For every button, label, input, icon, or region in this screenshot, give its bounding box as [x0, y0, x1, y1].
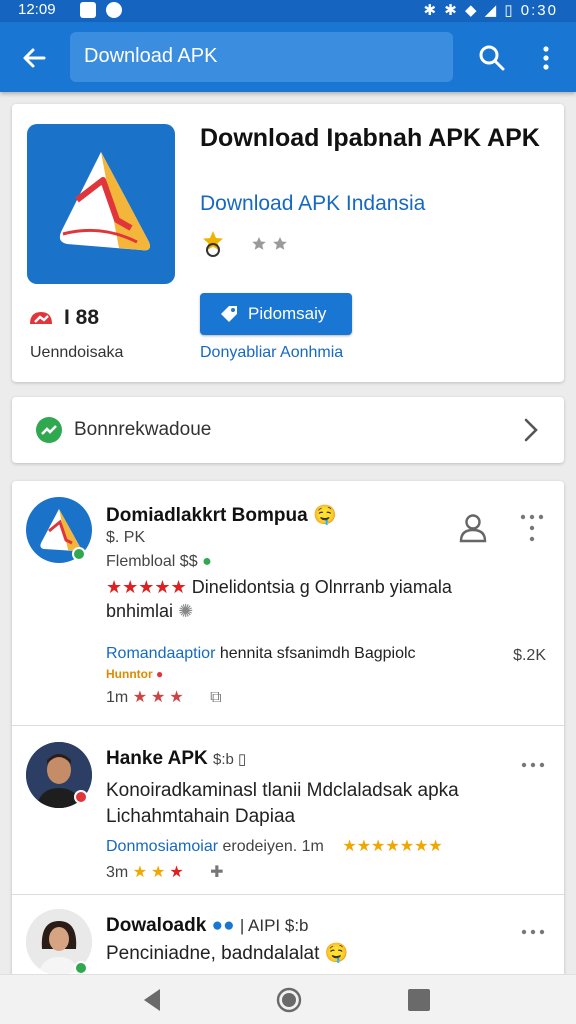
- review-body-line-1: Penciniadne, badndalalat 🤤: [106, 941, 348, 965]
- system-nav-bar: [0, 974, 576, 1024]
- review-meta: Flembloal $$ ●: [106, 553, 212, 571]
- dot-icon: ●: [156, 667, 164, 681]
- highlight-label: Hunntor ●: [106, 667, 163, 681]
- app-bar: Download APK: [0, 22, 576, 92]
- review-stars: ★★★★★: [106, 577, 187, 597]
- review-text: Penciniadne, badndalalat: [106, 943, 320, 964]
- review-time: 3m: [106, 864, 129, 881]
- editor-badge-icon: [30, 312, 52, 324]
- review-text: bnhimlai: [106, 601, 174, 621]
- emoji: 🤤: [324, 943, 349, 964]
- chevron-right-icon: [524, 418, 538, 442]
- tag-icon: [221, 306, 237, 322]
- review-author-name: Dowaloadk: [106, 915, 207, 936]
- notification-icon: [80, 2, 96, 18]
- review-footer: 1m ★★★ ⧉: [106, 687, 222, 707]
- emoji: 🤤: [312, 505, 337, 526]
- arrow-chart-icon: [41, 425, 57, 435]
- review-meta-text: erodeiyen. 1m: [218, 838, 324, 855]
- similar-apps-row[interactable]: Bonnrekwadoue: [12, 397, 564, 463]
- highlight-text: Hunntor: [106, 667, 153, 681]
- nav-home-icon[interactable]: [276, 987, 302, 1013]
- search-input[interactable]: Download APK: [70, 32, 453, 82]
- review-author: Dowaloadk ●● | AIPI $:b: [106, 915, 309, 937]
- app-title: Download Ipabnah APK APK: [200, 124, 540, 152]
- review-meta-text: Flembloal $$: [106, 553, 198, 570]
- review-author-name: Hanke APK: [106, 748, 208, 769]
- app-notification-icon: [106, 2, 122, 18]
- nav-recents-icon[interactable]: [408, 989, 430, 1011]
- review-author: Hanke APK $:b ▯: [106, 748, 246, 770]
- review-author: Domiadlakkrt Bompua 🤤: [106, 503, 337, 527]
- share-icon[interactable]: ⧉: [210, 689, 221, 706]
- install-button[interactable]: Pidomsaiy: [200, 293, 352, 335]
- review-text: Lichahmtahain Dapiaa: [106, 806, 296, 827]
- review-text: Konoiradkaminasl tlanii Mdclaladsak apka: [106, 780, 459, 801]
- more-options-icon[interactable]: [520, 760, 546, 770]
- review-body-line-1: ★★★★★ Dinelidontsia g Olnrranb yiamala: [106, 577, 452, 598]
- star-rating-icon: [203, 231, 287, 257]
- review-small-stars: ★★★: [132, 864, 188, 881]
- review-body-line-2: bnhimlai ✺: [106, 601, 193, 622]
- review-price: $.2K: [513, 647, 546, 664]
- review-author-name: Domiadlakkrt Bompua: [106, 505, 308, 526]
- gear-icon: ✺: [178, 601, 194, 621]
- more-options-icon[interactable]: [518, 513, 546, 543]
- back-arrow-icon[interactable]: [18, 42, 50, 74]
- reply-link[interactable]: Romandaaptior: [106, 645, 215, 662]
- status-indicators: ✱ ✱ ◆ ◢ ▯ 0:30: [423, 2, 558, 19]
- review-footer: 3m ★★★ ✚: [106, 862, 224, 882]
- more-options-icon[interactable]: [520, 927, 546, 937]
- review-item: Hanke APK $:b ▯ Konoiradkaminasl tlanii …: [12, 726, 564, 894]
- review-item: Dowaloadk ●● | AIPI $:b Penciniadne, bad…: [12, 895, 564, 981]
- similar-apps-icon: [36, 417, 62, 443]
- verified-badge-icon: ●●: [211, 915, 235, 936]
- reply-text: hennita sfsanimdh Bagpiolc: [215, 645, 416, 662]
- status-time: 12:09: [18, 1, 56, 18]
- rating-number: I 88: [64, 306, 100, 329]
- rating-stars: [200, 228, 300, 258]
- review-author-suffix: $:b ▯: [213, 751, 247, 768]
- review-text: Dinelidontsia g Olnrranb yiamala: [191, 577, 452, 597]
- install-button-label: Pidomsaiy: [248, 304, 327, 323]
- app-icon[interactable]: [27, 124, 175, 284]
- add-reaction-icon[interactable]: ✚: [210, 864, 223, 881]
- developer-link[interactable]: Download APK Indansia: [200, 192, 425, 216]
- review-stars: ★★★★★★★: [342, 838, 443, 855]
- nav-back-icon[interactable]: [140, 987, 164, 1013]
- user-icon[interactable]: [458, 511, 488, 543]
- more-vert-icon[interactable]: [536, 42, 556, 74]
- reviews-list: Domiadlakkrt Bompua 🤤 $. PK Flembloal $$…: [12, 481, 564, 981]
- review-subtitle: $. PK: [106, 529, 146, 546]
- install-subtext-link[interactable]: Donyabliar Aonhmia: [200, 344, 343, 362]
- review-reply: Romandaaptior hennita sfsanimdh Bagpiolc: [106, 645, 416, 663]
- app-logo-icon: [59, 152, 150, 251]
- rating-caption: Uenndoisaka: [30, 344, 124, 361]
- review-meta-link[interactable]: Donmosiamoiar: [106, 838, 218, 855]
- review-meta: Donmosiamoiar erodeiyen. 1m ★★★★★★★: [106, 836, 443, 856]
- review-item: Domiadlakkrt Bompua 🤤 $. PK Flembloal $$…: [12, 481, 564, 725]
- review-time: 1m: [106, 689, 129, 706]
- online-status-icon: [72, 547, 86, 561]
- online-status-icon: [74, 961, 88, 975]
- app-details-card: Download Ipabnah APK APK Download APK In…: [12, 104, 564, 382]
- verified-icon: ●: [202, 553, 212, 570]
- similar-apps-label: Bonnrekwadoue: [74, 419, 212, 440]
- status-bar: 12:09 ✱ ✱ ◆ ◢ ▯ 0:30: [0, 0, 576, 22]
- review-author-suffix: | AIPI $:b: [239, 916, 309, 935]
- status-dot-icon: [74, 790, 88, 804]
- search-icon[interactable]: [476, 42, 508, 74]
- review-small-stars: ★★★: [132, 689, 188, 706]
